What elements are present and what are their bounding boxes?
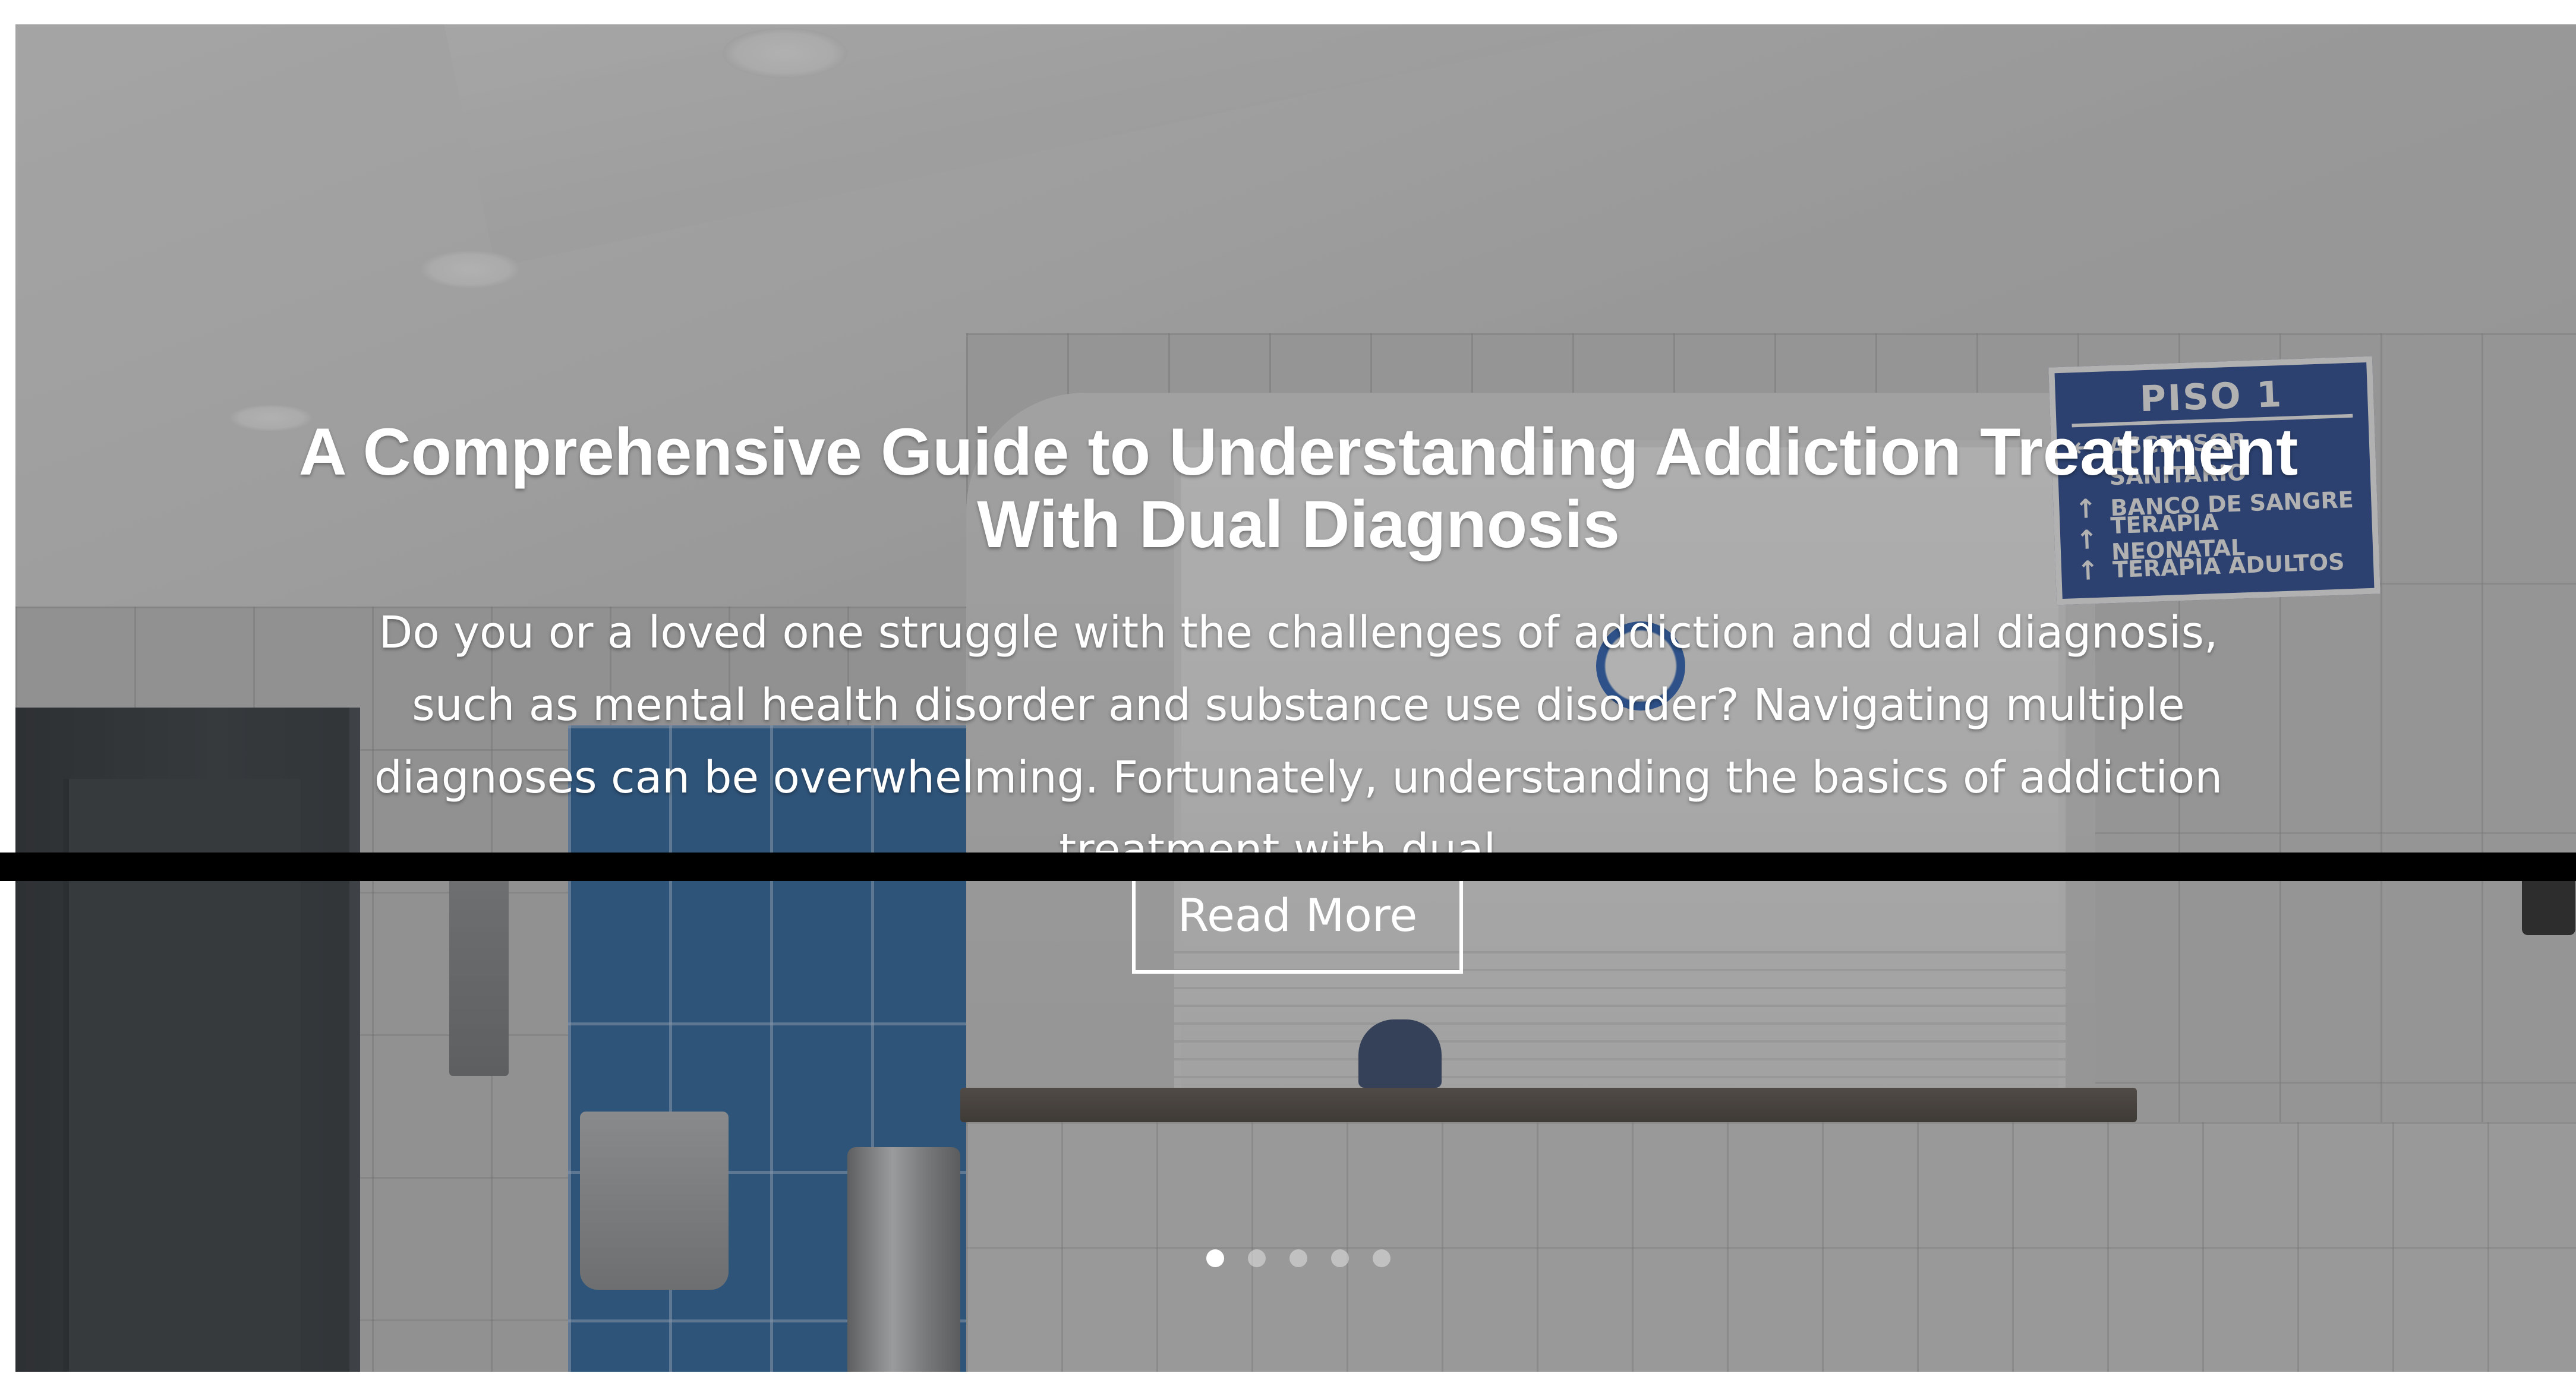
carousel-pagination [1206,1248,1391,1268]
carousel-dot[interactable] [1206,1249,1224,1267]
page: PISO 1 ← ASCENSOR SANITARIO ↑ BANCO DE S… [0,0,2576,1386]
carousel-dot[interactable] [1248,1249,1266,1267]
carousel-dot[interactable] [1373,1249,1391,1267]
carousel-dot[interactable] [1289,1249,1307,1267]
carousel-dot[interactable] [1331,1249,1349,1267]
slide-description: Do you or a loved one struggle with the … [374,607,2223,876]
slide-title: A Comprehensive Guide to Understanding A… [298,415,2298,561]
black-divider-band [0,853,2576,881]
slide-content: A Comprehensive Guide to Understanding A… [297,416,2300,886]
read-more-button[interactable]: Read More [1132,881,1463,974]
